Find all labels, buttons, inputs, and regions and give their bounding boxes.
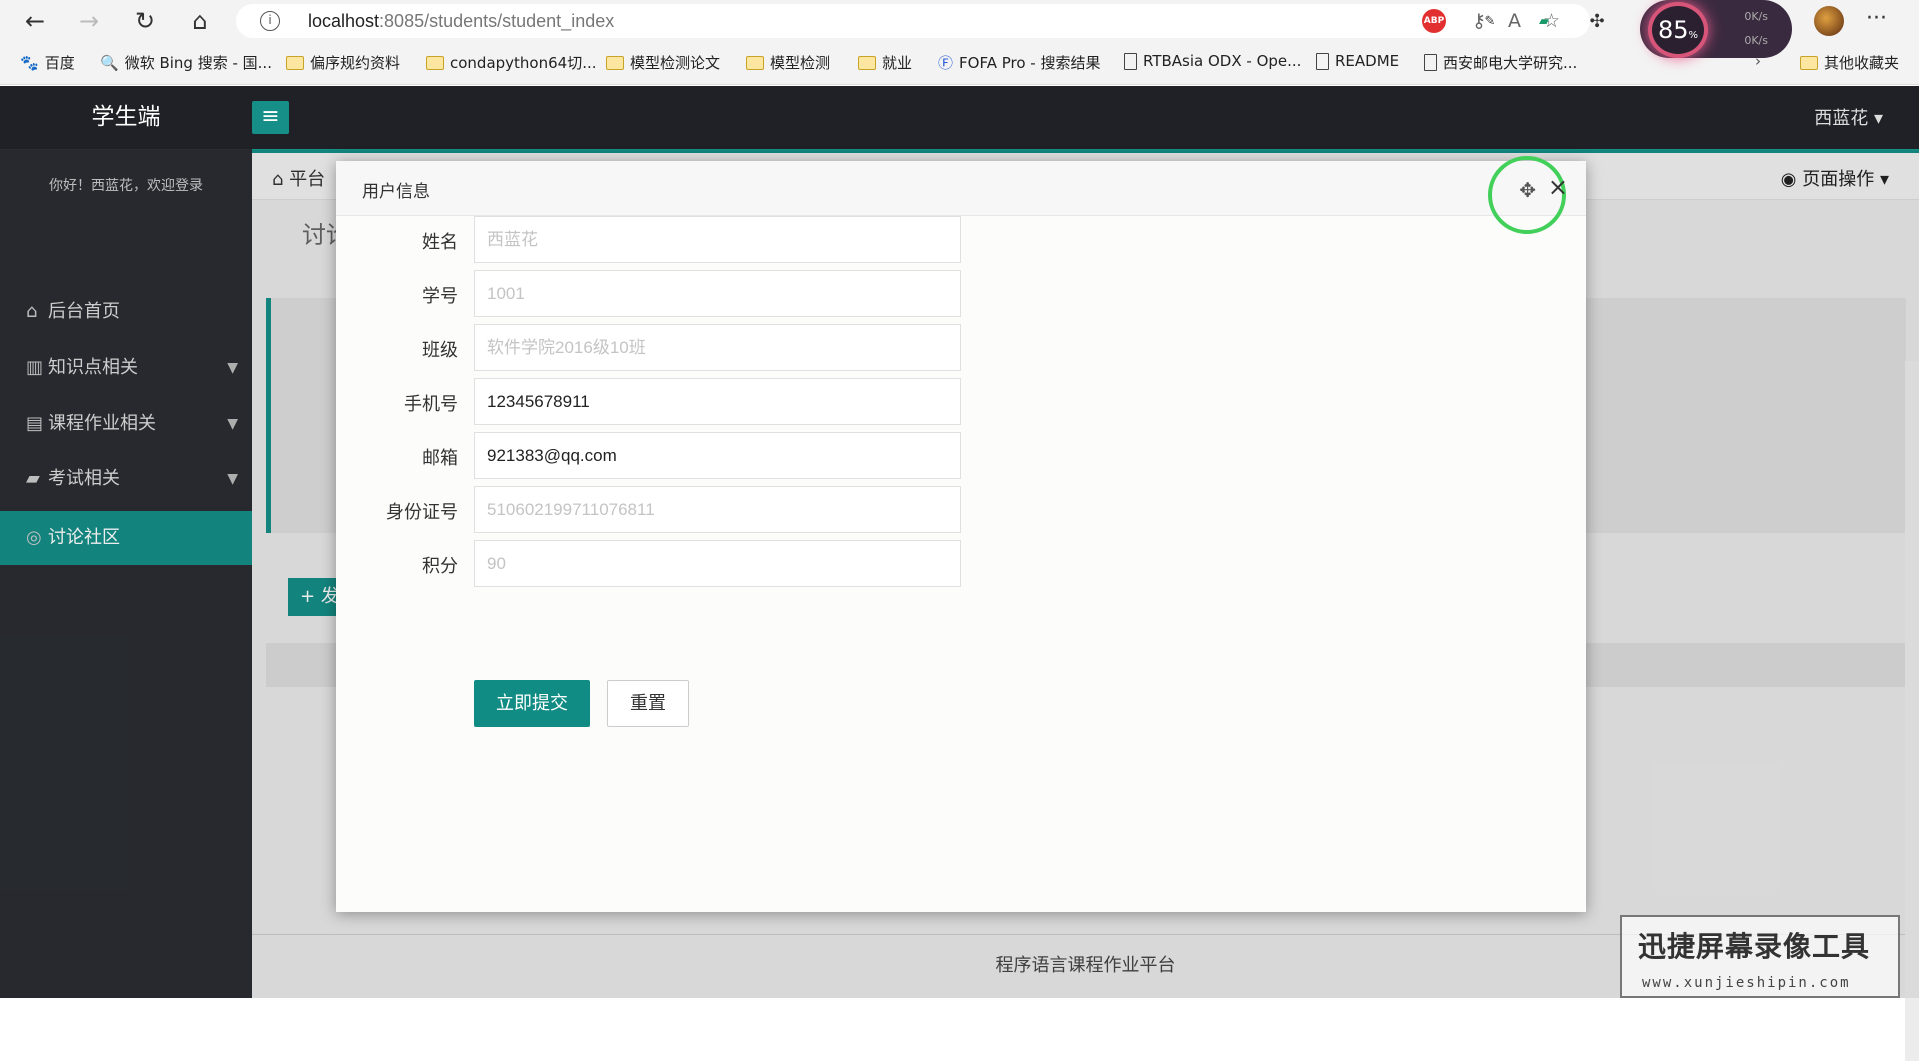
name-field[interactable]: 西蓝花 [474,216,961,263]
back-icon[interactable]: ← [20,6,50,36]
home-icon[interactable]: ⌂ [185,6,215,36]
bookmark-item[interactable]: 🐾 百度 [20,52,75,73]
user-info-modal: 用户信息 ✥ × 姓名 西蓝花 学号 1001 班级 软件学院2016级10班 … [336,156,1586,912]
form-row-class: 班级 软件学院2016级10班 [336,324,1586,372]
bookmark-folder[interactable]: 模型检测 [746,52,830,73]
phone-field[interactable]: 12345678911 [474,378,961,425]
url-text[interactable]: localhost:8085/students/student_index [308,11,614,32]
submit-button[interactable]: 立即提交 [474,680,590,727]
folder-icon [746,55,764,70]
close-icon[interactable]: × [1548,173,1568,201]
speed-up: 0K/s [1744,10,1768,23]
brand-title: 学生端 [91,104,161,130]
modal-header: 用户信息 ✥ × [336,156,1586,234]
student-id-field[interactable]: 1001 [474,270,961,317]
bookmark-item[interactable]: README [1316,52,1399,70]
read-aloud-icon[interactable]: A [1508,10,1521,32]
browser-nav-row: ← → ↻ ⌂ i localhost:8085/students/studen… [0,0,1919,58]
field-label: 姓名 [422,232,458,253]
reset-button[interactable]: 重置 [607,680,689,727]
bookmark-folder[interactable]: condapython64切... [426,52,597,73]
email-field[interactable]: 921383@qq.com [474,432,961,479]
fofa-icon: Ⓕ [938,54,954,72]
field-label: 积分 [422,556,458,577]
puzzle-icon[interactable]: ✣ [1585,9,1609,33]
page-icon [1316,52,1329,70]
form-row-student-id: 学号 1001 [336,270,1586,318]
caret-down-icon: ▾ [1873,108,1883,129]
address-bar[interactable]: i localhost:8085/students/student_index … [236,4,1590,38]
baidu-icon: 🐾 [20,53,39,72]
folder-icon [606,55,624,70]
page-icon [1124,52,1137,70]
field-label: 班级 [422,340,458,361]
form-row-email: 邮箱 921383@qq.com [336,432,1586,480]
extension-icon[interactable]: ✎ [1478,9,1502,33]
forward-icon[interactable]: → [74,6,104,36]
folder-icon [1800,55,1818,70]
speed-down: 0K/s [1744,34,1768,47]
bookmark-item[interactable]: RTBAsia ODX - Ope... [1124,52,1301,70]
field-label: 学号 [422,286,458,307]
folder-icon [426,55,444,70]
folder-icon [858,55,876,70]
field-label: 邮箱 [422,448,458,469]
more-icon[interactable]: ··· [1866,6,1887,31]
adblock-icon[interactable]: ABP [1422,9,1446,33]
move-icon[interactable]: ✥ [1519,178,1536,202]
app-topbar: 学生端 ≡ 西蓝花 ▾ [0,86,1919,149]
other-bookmarks[interactable]: 其他收藏夹 [1800,52,1899,73]
site-info-icon[interactable]: i [260,11,280,31]
extension-green-icon[interactable]: ▰ [1532,9,1556,33]
bookmark-folder[interactable]: 就业 [858,52,912,73]
id-card-field[interactable]: 510602199711076811 [474,486,961,533]
bookmark-item[interactable]: 🔍 微软 Bing 搜索 - 国... [100,52,272,73]
modal-title: 用户信息 [362,182,430,202]
bookmark-folder[interactable]: 偏序规约资料 [286,52,400,73]
form-row-points: 积分 90 [336,540,1586,588]
watermark-title: 迅捷屏幕录像工具 [1638,930,1871,963]
reload-icon[interactable]: ↻ [130,6,160,36]
bookmark-folder[interactable]: 模型检测论文 [606,52,720,73]
bookmarks-bar: 🐾 百度 🔍 微软 Bing 搜索 - 国... 偏序规约资料 condapytho… [0,50,1919,76]
form-row-name: 姓名 西蓝花 [336,216,1586,264]
field-label: 身份证号 [386,502,458,523]
profile-avatar[interactable] [1814,6,1844,36]
bookmark-item[interactable]: Ⓕ FOFA Pro - 搜索结果 [938,52,1100,73]
user-dropdown[interactable]: 西蓝花 ▾ [1814,104,1883,130]
chevron-right-icon[interactable]: › [1755,52,1761,70]
browser-chrome: ← → ↻ ⌂ i localhost:8085/students/studen… [0,0,1919,85]
watermark-url: www.xunjieshipin.com [1642,975,1851,991]
page-icon [1424,54,1437,71]
form-row-id-card: 身份证号 510602199711076811 [336,486,1586,534]
form-row-phone: 手机号 12345678911 [336,378,1586,426]
points-field[interactable]: 90 [474,540,961,587]
bookmark-item[interactable]: 西安邮电大学研究... [1424,52,1577,73]
folder-icon [286,55,304,70]
menu-toggle-button[interactable]: ≡ [252,101,289,134]
search-icon: 🔍 [100,53,119,72]
field-label: 手机号 [404,394,458,415]
recorder-watermark: 迅捷屏幕录像工具 www.xunjieshipin.com [1620,915,1900,998]
class-field[interactable]: 软件学院2016级10班 [474,324,961,371]
